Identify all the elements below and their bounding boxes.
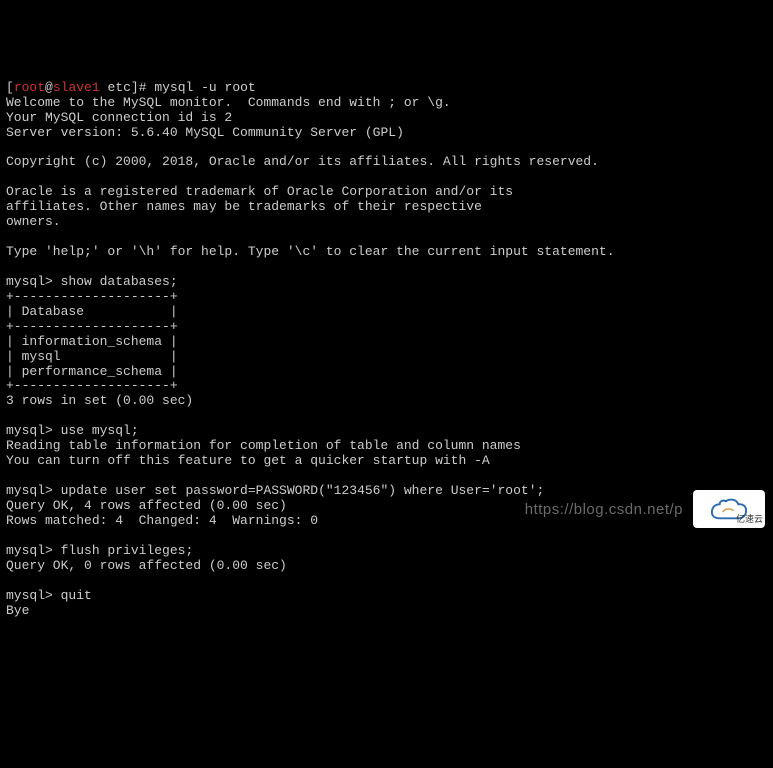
trademark-line-3: owners.: [6, 214, 61, 229]
welcome-line-2: Your MySQL connection id is 2: [6, 110, 232, 125]
use-output-1: Reading table information for completion…: [6, 438, 521, 453]
shell-command: mysql -u root: [154, 80, 255, 95]
cmd-quit: quit: [61, 588, 92, 603]
mysql-prompt[interactable]: mysql> show databases;: [6, 274, 178, 289]
prompt-user: root: [14, 80, 45, 95]
prompt-cwd: etc: [107, 80, 130, 95]
cmd-use-mysql: use mysql;: [61, 423, 139, 438]
csdn-watermark: https://blog.csdn.net/p: [525, 501, 683, 518]
shell-prompt-line[interactable]: [root@slave1 etc]# mysql -u root: [6, 80, 256, 95]
table-border: +--------------------+: [6, 289, 178, 304]
cmd-show-databases: show databases;: [61, 274, 178, 289]
table-summary: 3 rows in set (0.00 sec): [6, 393, 193, 408]
update-output-2: Rows matched: 4 Changed: 4 Warnings: 0: [6, 513, 318, 528]
table-header: | Database |: [6, 304, 178, 319]
copyright-line: Copyright (c) 2000, 2018, Oracle and/or …: [6, 154, 599, 169]
table-row: | information_schema |: [6, 334, 178, 349]
mysql-prompt[interactable]: mysql> use mysql;: [6, 423, 139, 438]
flush-output: Query OK, 0 rows affected (0.00 sec): [6, 558, 287, 573]
mysql-prompt[interactable]: mysql> flush privileges;: [6, 543, 193, 558]
welcome-line-3: Server version: 5.6.40 MySQL Community S…: [6, 125, 404, 140]
welcome-line-1: Welcome to the MySQL monitor. Commands e…: [6, 95, 451, 110]
trademark-line-2: affiliates. Other names may be trademark…: [6, 199, 482, 214]
mysql-prompt[interactable]: mysql> update user set password=PASSWORD…: [6, 483, 544, 498]
table-border: +--------------------+: [6, 319, 178, 334]
update-output-1: Query OK, 4 rows affected (0.00 sec): [6, 498, 287, 513]
cmd-update-user: update user set password=PASSWORD("12345…: [61, 483, 545, 498]
trademark-line-1: Oracle is a registered trademark of Orac…: [6, 184, 513, 199]
help-hint: Type 'help;' or '\h' for help. Type '\c'…: [6, 244, 615, 259]
use-output-2: You can turn off this feature to get a q…: [6, 453, 490, 468]
table-row: | performance_schema |: [6, 364, 178, 379]
cmd-flush-privileges: flush privileges;: [61, 543, 194, 558]
prompt-symbol: #: [139, 80, 147, 95]
mysql-prompt[interactable]: mysql> quit: [6, 588, 92, 603]
bye-output: Bye: [6, 603, 29, 618]
table-border: +--------------------+: [6, 378, 178, 393]
logo-text: 亿速云: [736, 514, 763, 524]
prompt-host: slave1: [53, 80, 100, 95]
table-row: | mysql |: [6, 349, 178, 364]
